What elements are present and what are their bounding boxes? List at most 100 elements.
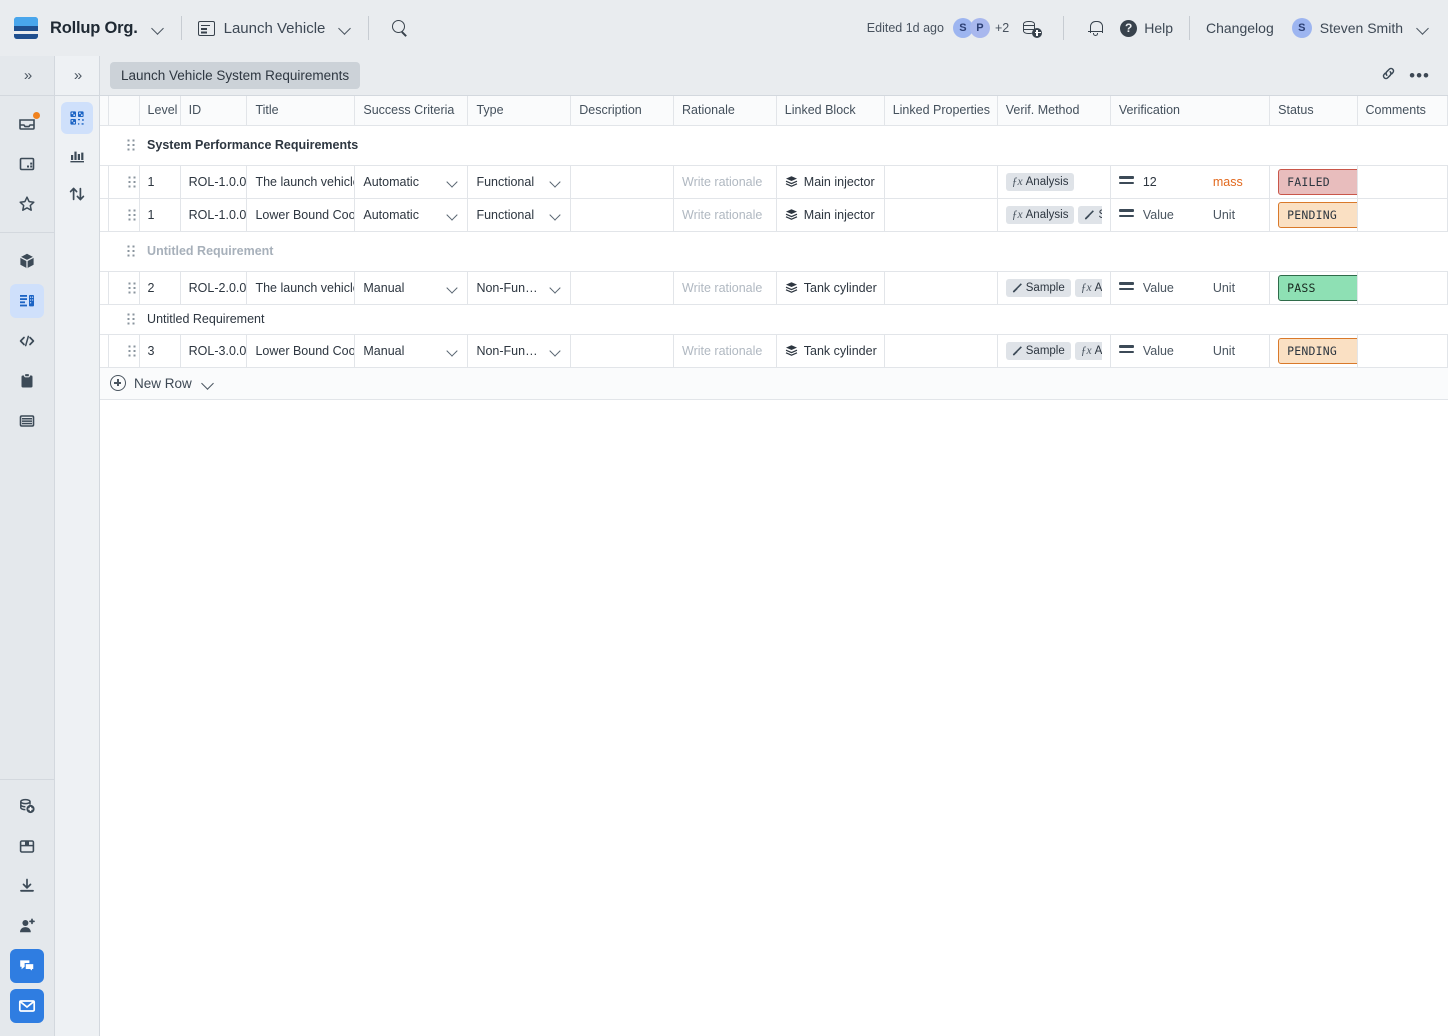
header-success-criteria[interactable]: Success Criteria [354, 96, 469, 126]
table-row[interactable]: 3ROL-3.0.0.1.Lower Bound Cooling Manual No… [100, 334, 1448, 368]
header-linked-properties[interactable]: Linked Properties [884, 96, 998, 126]
cell-linked-properties[interactable] [884, 271, 998, 305]
cell-description[interactable] [570, 165, 674, 199]
table-row[interactable]: 1ROL-1.0.0.2.Lower Bound Cooling Automati… [100, 198, 1448, 232]
cell-verif-method[interactable]: ƒxAnalysis Sample [997, 198, 1111, 232]
cell-comments[interactable] [1357, 271, 1448, 305]
view-grid-button[interactable] [61, 102, 93, 134]
header-description[interactable]: Description [570, 96, 674, 126]
status-badge[interactable]: FAILED [1278, 168, 1356, 195]
cell-type[interactable]: Functional [467, 165, 572, 199]
cell-success-criteria[interactable]: Manual [354, 271, 469, 305]
sidebar-item-blocks[interactable] [10, 244, 44, 278]
cell-description[interactable] [570, 271, 674, 305]
cell-linked-properties[interactable] [884, 334, 998, 368]
subsection-row[interactable]: Untitled Requirement [100, 304, 1448, 335]
cell-type[interactable]: Non-Fun… [467, 271, 572, 305]
cell-linked-block[interactable]: Tank cylinder [776, 271, 885, 305]
cell-success-criteria[interactable]: Automatic [354, 198, 469, 232]
sidebar-item-database[interactable] [10, 404, 44, 438]
cell-status[interactable]: PASS [1269, 271, 1358, 305]
cell-linked-block[interactable]: Tank cylinder [776, 334, 885, 368]
search-button[interactable] [385, 13, 415, 43]
project-chevron-down-icon[interactable] [339, 22, 352, 35]
cell-title[interactable]: Lower Bound Cooling [246, 334, 356, 368]
header-linked-block[interactable]: Linked Block [776, 96, 885, 126]
verif-method-chip[interactable]: Sample [1005, 278, 1071, 297]
cell-rationale[interactable]: Write rationale [673, 165, 777, 199]
header-comments[interactable]: Comments [1357, 96, 1448, 126]
snapshot-add-button[interactable] [1017, 13, 1047, 43]
sort-button[interactable] [61, 178, 93, 210]
chevron-down-icon[interactable] [550, 176, 562, 188]
cell-id[interactable]: ROL-1.0.0.1. [180, 165, 248, 199]
section-row[interactable]: Untitled Requirement [100, 231, 1448, 272]
sidebar-item-code[interactable] [10, 324, 44, 358]
cell-description[interactable] [570, 198, 674, 232]
cell-type[interactable]: Non-Fun… [467, 334, 572, 368]
cell-level[interactable]: 2 [139, 271, 181, 305]
row-drag-handle[interactable] [108, 271, 140, 305]
cell-verif-method[interactable]: ƒx Analysis [997, 165, 1111, 199]
cell-rationale[interactable]: Write rationale [673, 271, 777, 305]
header-verif-method[interactable]: Verif. Method [997, 96, 1111, 126]
cell-comments[interactable] [1357, 165, 1448, 199]
cell-level[interactable]: 1 [139, 165, 181, 199]
cell-id[interactable]: ROL-1.0.0.2. [180, 198, 248, 232]
copy-link-button[interactable] [1380, 65, 1397, 87]
secondary-sidebar-collapse-button[interactable]: » [55, 56, 99, 96]
tab-launch-vehicle-system-requirements[interactable]: Launch Vehicle System Requirements [110, 62, 361, 89]
header-level[interactable]: Level [139, 96, 181, 126]
cell-comments[interactable] [1357, 198, 1448, 232]
verif-method-chip[interactable]: ƒxAnalysis [1074, 278, 1102, 297]
cell-linked-block[interactable]: Main injector [776, 165, 885, 199]
user-name[interactable]: Steven Smith [1320, 20, 1403, 36]
subsection-title[interactable]: Untitled Requirement [139, 304, 1448, 335]
row-drag-handle[interactable] [108, 231, 140, 272]
cell-linked-properties[interactable] [884, 165, 998, 199]
chevron-down-icon[interactable] [550, 282, 562, 294]
header-verification[interactable]: Verification [1110, 96, 1271, 126]
sidebar-item-favorites[interactable] [10, 187, 44, 221]
user-chevron-down-icon[interactable] [1417, 22, 1430, 35]
chevron-down-icon[interactable] [447, 209, 459, 221]
requirements-table-scroll[interactable]: Level ID Title Success Criteria Type Des… [100, 96, 1448, 1036]
status-badge[interactable]: PENDING [1278, 201, 1356, 228]
cell-verif-method[interactable]: Sample ƒxAnalysis [997, 334, 1111, 368]
section-title[interactable]: Untitled Requirement [139, 231, 1448, 272]
cell-type[interactable]: Functional [467, 198, 572, 232]
header-status[interactable]: Status [1269, 96, 1358, 126]
more-horizontal-icon[interactable]: ••• [1409, 67, 1430, 84]
header-rationale[interactable]: Rationale [673, 96, 777, 126]
chevron-down-icon[interactable] [447, 345, 459, 357]
cell-level[interactable]: 1 [139, 198, 181, 232]
sidebar-item-archive[interactable] [10, 829, 44, 863]
cell-description[interactable] [570, 334, 674, 368]
row-drag-handle[interactable] [108, 334, 140, 368]
section-title[interactable]: System Performance Requirements [139, 125, 1448, 166]
new-row-button[interactable]: New Row [100, 367, 1448, 400]
chevron-down-icon[interactable] [447, 176, 459, 188]
row-drag-handle[interactable] [108, 125, 140, 166]
status-badge[interactable]: PASS [1278, 274, 1356, 301]
cell-comments[interactable] [1357, 334, 1448, 368]
cell-success-criteria[interactable]: Automatic [354, 165, 469, 199]
header-title[interactable]: Title [246, 96, 356, 126]
sidebar-item-chat[interactable] [10, 949, 44, 983]
header-id[interactable]: ID [180, 96, 248, 126]
cell-verification[interactable]: Value Unit [1110, 198, 1271, 232]
cell-verif-method[interactable]: Sample ƒxAnalysis [997, 271, 1111, 305]
sidebar-item-inbox[interactable] [10, 107, 44, 141]
sidebar-item-invite-user[interactable] [10, 909, 44, 943]
sidebar-item-download[interactable] [10, 869, 44, 903]
cell-id[interactable]: ROL-2.0.0.1. [180, 271, 248, 305]
cell-verification[interactable]: Value Unit [1110, 271, 1271, 305]
new-row-chevron-down-icon[interactable] [202, 377, 215, 390]
cell-linked-properties[interactable] [884, 198, 998, 232]
sidebar-item-clipboard[interactable] [10, 364, 44, 398]
table-row[interactable]: 2ROL-2.0.0.1.The launch vehicle Manual Non… [100, 271, 1448, 305]
cell-rationale[interactable]: Write rationale [673, 334, 777, 368]
cell-title[interactable]: The launch vehicle [246, 271, 356, 305]
sidebar-item-mail[interactable] [10, 989, 44, 1023]
verif-method-chip[interactable]: ƒxAnalysis [1005, 205, 1075, 224]
